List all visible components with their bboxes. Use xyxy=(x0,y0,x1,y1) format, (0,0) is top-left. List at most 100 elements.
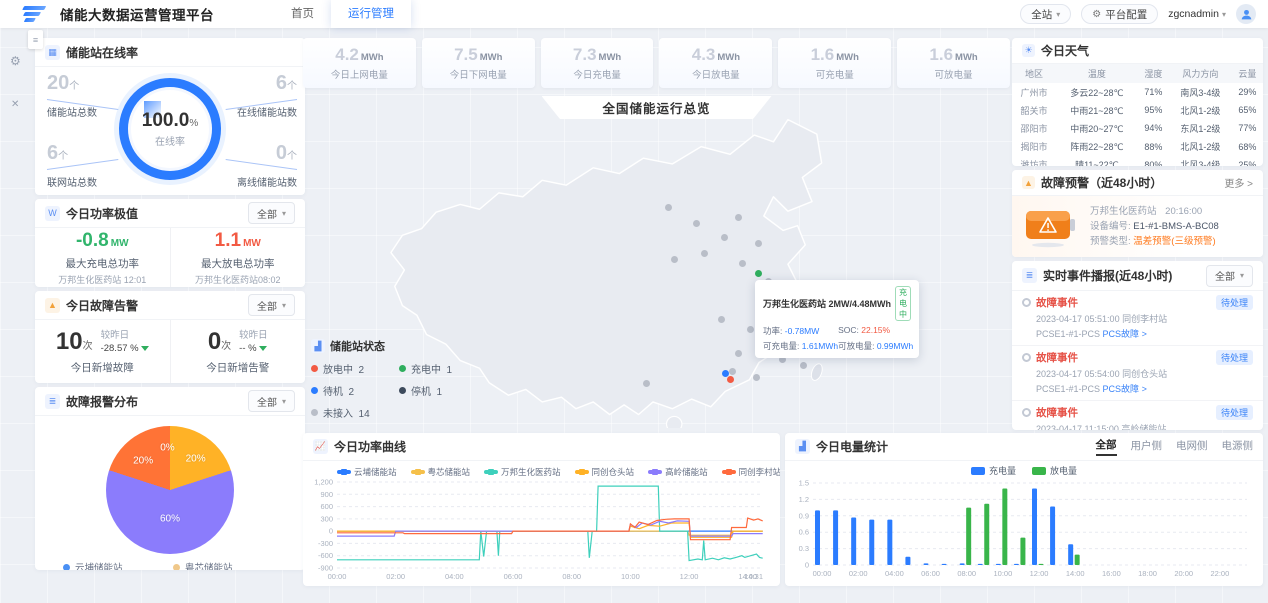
weather-col-header: 温度 xyxy=(1056,64,1138,83)
curve-legend-item[interactable]: 粤芯储能站 xyxy=(411,466,471,478)
gear-icon: ⚙ xyxy=(1092,9,1101,20)
pie-legend-item[interactable]: 粤芯储能站 xyxy=(173,560,283,570)
status-legend-item: 待机 2 xyxy=(311,383,399,398)
filter-dropdown[interactable]: 全部 ▾ xyxy=(248,202,295,224)
svg-text:0: 0 xyxy=(329,527,333,536)
filter-dropdown[interactable]: 全部 ▾ xyxy=(248,294,295,316)
gauge-unit: % xyxy=(189,118,198,129)
panel-title: 今日功率曲线 xyxy=(334,438,406,455)
weather-cell: 中雨21~28℃ xyxy=(1056,101,1138,119)
station-dot-gray[interactable] xyxy=(800,362,807,369)
platform-config-button[interactable]: ⚙ 平台配置 xyxy=(1081,4,1158,24)
panel-title: 实时事件播报(近48小时) xyxy=(1043,267,1172,284)
close-icon[interactable]: ✕ xyxy=(11,99,19,110)
power-extreme-item: 1.1MW最大放电总功率万邦生化医药站08:02 xyxy=(170,228,306,287)
energy-tab-电源侧[interactable]: 电源侧 xyxy=(1222,438,1254,455)
station-dot-gray[interactable] xyxy=(693,220,700,227)
svg-text:04:00: 04:00 xyxy=(445,572,464,581)
curve-legend-item[interactable]: 同创李村站 xyxy=(722,466,780,478)
energy-tab-全部[interactable]: 全部 xyxy=(1096,437,1117,456)
station-dot-gray[interactable] xyxy=(665,204,672,211)
weather-row: 邵阳市中雨20~27℃94%东风1-2级77% xyxy=(1012,119,1263,137)
weather-cell: 北风1-2级 xyxy=(1169,138,1232,156)
station-dot-gray[interactable] xyxy=(701,250,708,257)
weather-cell: 邵阳市 xyxy=(1012,119,1056,137)
map-title-banner: 全国储能运行总览 xyxy=(542,96,772,119)
station-dot-green[interactable] xyxy=(755,270,762,277)
station-dot-gray[interactable] xyxy=(721,234,728,241)
power-extreme-item: -0.8MW最大充电总功率万邦生化医药站 12:01 xyxy=(35,228,170,287)
svg-text:00:00: 00:00 xyxy=(813,569,832,578)
station-dot-gray[interactable] xyxy=(753,374,760,381)
energy-tab-用户侧[interactable]: 用户侧 xyxy=(1131,438,1163,455)
corner-stat: 0个离线储能站数 xyxy=(201,143,297,189)
power-curve-panel: 📈 今日功率曲线 云埔储能站 粤芯储能站 万邦生化医药站 同创仓头站 高岭储能站 同创李村… xyxy=(303,433,780,586)
chevron-down-icon: ▾ xyxy=(1222,10,1226,19)
more-link[interactable]: 更多 > xyxy=(1224,175,1253,190)
kpi-card: 7.5MWh今日下网电量 xyxy=(422,38,535,88)
filter-label: 全部 xyxy=(257,206,277,221)
weather-cell: 晴11~22℃ xyxy=(1056,156,1138,166)
arrow-link[interactable]: > xyxy=(1142,329,1147,339)
station-dot-gray[interactable] xyxy=(755,240,762,247)
svg-text:-600: -600 xyxy=(318,551,333,560)
energy-stats-panel: ▟ 今日电量统计 全部用户侧电网侧电源侧 充电量放电量 00.30.60.91.… xyxy=(785,433,1263,586)
station-dot-gray[interactable] xyxy=(643,380,650,387)
weather-cell: 多云22~28℃ xyxy=(1056,83,1138,101)
weather-cell: 65% xyxy=(1232,101,1263,119)
station-dot-gray[interactable] xyxy=(735,350,742,357)
user-menu[interactable]: zgcnadmin ▾ xyxy=(1168,8,1226,20)
chevron-down-icon: ▾ xyxy=(282,397,286,406)
svg-text:02:00: 02:00 xyxy=(386,572,405,581)
site-dropdown[interactable]: 全站 ▾ xyxy=(1020,4,1071,24)
arrow-link[interactable]: > xyxy=(1142,384,1147,394)
weather-row: 韶关市中雨21~28℃95%北风1-2级65% xyxy=(1012,101,1263,119)
grid-icon: ▦ xyxy=(45,45,60,60)
fault-link[interactable]: PCS故障 xyxy=(1103,384,1140,394)
line-chart-icon: 📈 xyxy=(313,439,328,454)
fault-warning-panel: ▲ 故障预警（近48小时） 更多 > 万邦生化医药站 20:16:00 设备编号… xyxy=(1012,170,1263,257)
bar-legend-item[interactable]: 放电量 xyxy=(1032,464,1077,477)
fault-link[interactable]: PCS故障 xyxy=(1103,329,1140,339)
device-id: E1-#1-BMS-A-BC08 xyxy=(1133,221,1219,232)
energy-tab-电网侧[interactable]: 电网侧 xyxy=(1176,438,1208,455)
curve-legend-item[interactable]: 同创仓头站 xyxy=(575,466,635,478)
fault-alarm-panel: ▲ 今日故障告警 全部 ▾ 10次较昨日-28.57 %今日新增故障0次较昨日-… xyxy=(35,291,305,383)
gear-icon[interactable]: ⚙ xyxy=(10,54,21,68)
kpi-card: 1.6MWh可充电量 xyxy=(778,38,891,88)
nav-tab-首页[interactable]: 首页 xyxy=(274,0,331,28)
svg-text:0: 0 xyxy=(805,561,809,570)
panel-title: 今日电量统计 xyxy=(816,438,888,455)
chevron-down-icon: ▾ xyxy=(282,209,286,218)
curve-legend-item[interactable]: 高岭储能站 xyxy=(648,466,708,478)
svg-text:0.3: 0.3 xyxy=(799,544,809,553)
avatar[interactable] xyxy=(1236,4,1256,24)
legend-title: 储能站状态 xyxy=(330,338,385,354)
pending-badge: 待处理 xyxy=(1216,405,1253,420)
bar-chart-icon: ▟ xyxy=(795,439,810,454)
filter-dropdown[interactable]: 全部 ▾ xyxy=(1206,265,1253,287)
filter-dropdown[interactable]: 全部 ▾ xyxy=(248,390,295,412)
warning-time: 20:16:00 xyxy=(1165,206,1202,217)
station-dot-gray[interactable] xyxy=(739,260,746,267)
weather-cell: 95% xyxy=(1138,101,1169,119)
station-dot-gray[interactable] xyxy=(747,326,754,333)
nav-tab-运行管理[interactable]: 运行管理 xyxy=(331,0,411,28)
svg-text:12:00: 12:00 xyxy=(1030,569,1049,578)
station-dot-red[interactable] xyxy=(727,376,734,383)
station-dot-gray[interactable] xyxy=(671,256,678,263)
weather-cell: 71% xyxy=(1138,83,1169,101)
weather-cell: 揭阳市 xyxy=(1012,138,1056,156)
station-dot-gray[interactable] xyxy=(718,316,725,323)
station-dot-gray[interactable] xyxy=(735,214,742,221)
station-dot-gray[interactable] xyxy=(729,368,736,375)
panel-collapse-toggle[interactable]: ≡ xyxy=(28,30,43,49)
power-curve-chart: 1,2009006003000-300-600-90000:0002:0004:… xyxy=(303,478,773,582)
curve-legend-item[interactable]: 云埔储能站 xyxy=(337,466,397,478)
curve-legend-item[interactable]: 万邦生化医药站 xyxy=(484,466,561,478)
filter-label: 全部 xyxy=(257,394,277,409)
bar-legend-item[interactable]: 充电量 xyxy=(971,464,1016,477)
pie-legend-item[interactable]: 云埔储能站 xyxy=(63,560,173,570)
app-title: 储能大数据运营管理平台 xyxy=(60,4,214,24)
weather-cell: 94% xyxy=(1138,119,1169,137)
